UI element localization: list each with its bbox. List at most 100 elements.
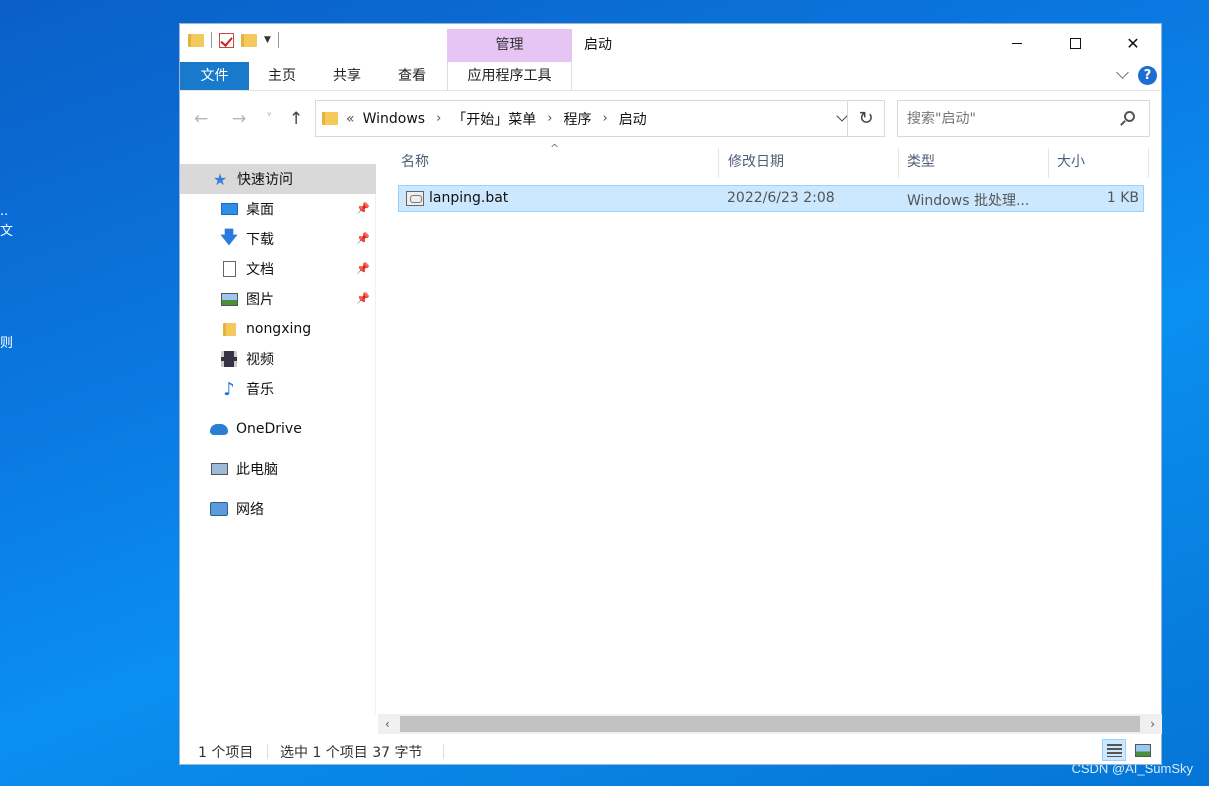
back-button[interactable]: ← xyxy=(194,111,208,128)
expand-ribbon-chevron-icon[interactable] xyxy=(1116,66,1129,79)
properties-icon[interactable] xyxy=(219,32,234,48)
pin-icon[interactable]: 📌 xyxy=(356,262,370,275)
document-icon xyxy=(220,261,238,277)
sidebar-item-label: 音乐 xyxy=(246,382,274,398)
ribbon-tabs: 文件 主页 共享 查看 应用程序工具 ? xyxy=(180,62,1161,90)
status-divider xyxy=(267,744,268,759)
forward-button[interactable]: → xyxy=(232,111,246,128)
folder-icon xyxy=(220,321,238,337)
up-button[interactable]: ↑ xyxy=(289,111,303,128)
address-bar[interactable]: « Windows › 「开始」菜单 › 程序 › 启动 ↻ xyxy=(315,100,885,137)
large-icons-view-icon xyxy=(1135,744,1151,757)
breadcrumb-overflow[interactable]: « xyxy=(346,111,355,127)
sidebar-item-desktop[interactable]: 桌面 📌 xyxy=(180,194,376,224)
scroll-right-icon[interactable]: › xyxy=(1150,717,1155,731)
chevron-right-icon[interactable]: › xyxy=(602,111,607,126)
sidebar-item-downloads[interactable]: 🡇 下载 📌 xyxy=(180,224,376,254)
close-button[interactable]: ✕ xyxy=(1104,24,1162,62)
sidebar-item-videos[interactable]: 视频 xyxy=(180,344,376,374)
tab-application-tools[interactable]: 应用程序工具 xyxy=(447,62,572,90)
download-icon: 🡇 xyxy=(220,227,238,248)
tab-home[interactable]: 主页 xyxy=(255,62,309,90)
star-icon: ★ xyxy=(212,169,228,189)
pictures-icon xyxy=(220,291,238,307)
breadcrumb-item[interactable]: Windows xyxy=(363,111,426,127)
scroll-left-icon[interactable]: ‹ xyxy=(385,717,390,731)
breadcrumb-item[interactable]: 启动 xyxy=(619,109,647,129)
column-divider[interactable] xyxy=(1148,148,1149,178)
sidebar-item-label: 网络 xyxy=(236,502,264,518)
title-bar: ▼ 管理 启动 ✕ xyxy=(180,24,1161,62)
sidebar-item-network[interactable]: 网络 xyxy=(180,494,376,524)
column-header-modified[interactable]: 修改日期 xyxy=(705,142,885,182)
desktop-icon-label-fragment: .. xyxy=(0,204,9,219)
sidebar-item-quick-access[interactable]: ★ 快速访问 xyxy=(180,164,376,194)
sidebar-item-pictures[interactable]: 图片 📌 xyxy=(180,284,376,314)
search-icon[interactable] xyxy=(1124,111,1135,122)
breadcrumb-item[interactable]: 「开始」菜单 xyxy=(452,109,536,129)
file-explorer-window: ▼ 管理 启动 ✕ 文件 主页 共享 查看 应用程序工具 ? ← → ˅ ↑ «… xyxy=(179,23,1162,765)
context-tab-header: 管理 xyxy=(447,29,572,62)
breadcrumb-item[interactable]: 程序 xyxy=(563,109,591,129)
sidebar-item-label: nongxing xyxy=(246,321,312,337)
toolbar-divider xyxy=(211,32,212,48)
sidebar-item-label: OneDrive xyxy=(236,421,302,437)
sidebar-item-label: 下载 xyxy=(246,232,274,248)
customize-toolbar-dropdown[interactable]: ▼ xyxy=(264,35,271,45)
item-count: 1 个项目 xyxy=(198,745,254,761)
sidebar-item-music[interactable]: ♪ 音乐 xyxy=(180,374,376,404)
computer-icon xyxy=(210,461,228,477)
sidebar-item-label: 视频 xyxy=(246,352,274,368)
minimize-button[interactable] xyxy=(988,24,1046,62)
column-header-type[interactable]: 类型 xyxy=(884,142,1034,182)
sidebar-item-this-pc[interactable]: 此电脑 xyxy=(180,454,376,484)
tab-file[interactable]: 文件 xyxy=(180,62,249,90)
file-size: 1 KB xyxy=(1106,190,1139,206)
pin-icon[interactable]: 📌 xyxy=(356,292,370,305)
refresh-button[interactable]: ↻ xyxy=(847,101,884,136)
music-icon: ♪ xyxy=(223,378,235,400)
network-icon xyxy=(210,501,228,517)
large-icons-view-button[interactable] xyxy=(1130,739,1154,761)
search-box[interactable] xyxy=(897,100,1150,137)
video-icon xyxy=(220,351,238,367)
file-row[interactable]: lanping.bat 2022/6/23 2:08 Windows 批处理..… xyxy=(398,185,1144,212)
chevron-right-icon[interactable]: › xyxy=(436,111,441,126)
address-history-dropdown[interactable] xyxy=(836,110,848,122)
breadcrumb: « Windows › 「开始」菜单 › 程序 › 启动 xyxy=(346,109,647,129)
horizontal-scrollbar[interactable]: ‹ › xyxy=(378,714,1162,734)
desktop-icon-label-fragment: 文 xyxy=(0,224,14,239)
desktop-icon-label-fragment: 则 xyxy=(0,336,14,351)
status-bar: 1 个项目 选中 1 个项目 37 字节 xyxy=(180,736,1161,766)
cloud-icon xyxy=(210,421,228,437)
chevron-right-icon[interactable]: › xyxy=(547,111,552,126)
maximize-button[interactable] xyxy=(1046,24,1104,62)
help-icon[interactable]: ? xyxy=(1138,66,1157,85)
new-folder-icon[interactable] xyxy=(241,33,257,47)
column-header-size[interactable]: 大小 xyxy=(1034,142,1134,182)
sidebar-item-label: 此电脑 xyxy=(236,462,278,478)
pin-icon[interactable]: 📌 xyxy=(356,202,370,215)
sidebar-item-label: 图片 xyxy=(246,292,274,308)
selection-info: 选中 1 个项目 37 字节 xyxy=(280,745,423,761)
tab-view[interactable]: 查看 xyxy=(385,62,439,90)
folder-icon xyxy=(322,112,338,125)
file-list: ^ 名称 修改日期 类型 大小 lanping.bat 2022/6/23 2:… xyxy=(378,142,1162,714)
pin-icon[interactable]: 📌 xyxy=(356,232,370,245)
scroll-thumb[interactable] xyxy=(400,716,1140,732)
desktop-icon xyxy=(220,201,238,217)
batch-file-icon xyxy=(406,191,424,206)
sidebar-item-label: 文档 xyxy=(246,262,274,278)
file-type: Windows 批处理... xyxy=(907,193,1030,209)
search-input[interactable] xyxy=(898,101,1108,136)
navigation-pane: ★ 快速访问 桌面 📌 🡇 下载 📌 文档 📌 图片 📌 nongxing 视频… xyxy=(180,164,376,714)
sidebar-item-onedrive[interactable]: OneDrive xyxy=(180,414,376,444)
details-view-button[interactable] xyxy=(1102,739,1126,761)
sidebar-item-nongxing[interactable]: nongxing xyxy=(180,314,376,344)
tab-share[interactable]: 共享 xyxy=(320,62,374,90)
minimize-icon xyxy=(1012,42,1022,44)
recent-locations-dropdown[interactable]: ˅ xyxy=(266,113,273,126)
column-header-name[interactable]: 名称 xyxy=(378,142,718,182)
sidebar-item-label: 快速访问 xyxy=(237,172,293,188)
sidebar-item-documents[interactable]: 文档 📌 xyxy=(180,254,376,284)
